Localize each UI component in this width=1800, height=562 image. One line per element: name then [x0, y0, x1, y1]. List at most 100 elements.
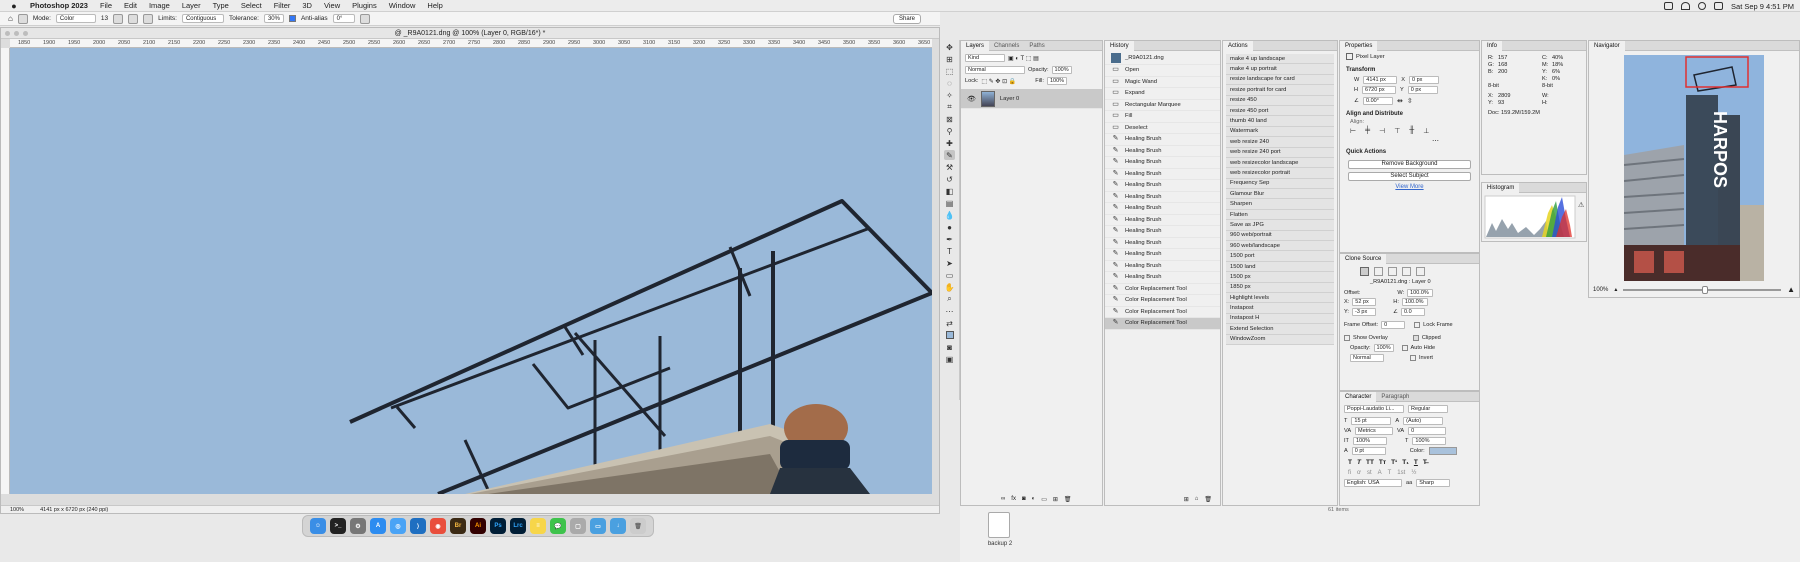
layer-thumbnail[interactable] [980, 90, 995, 107]
clone-source-5-icon[interactable] [1416, 267, 1425, 276]
horizontal-ruler[interactable]: 1850 1900 1950 2000 2050 2100 2150 2200 2250 2300… [10, 39, 932, 48]
action-item[interactable]: Save as JPG [1226, 220, 1334, 231]
action-item[interactable]: 1850 px [1226, 282, 1334, 293]
alternates-icon[interactable]: A [1378, 470, 1382, 476]
dodge-icon[interactable]: ● [944, 222, 955, 232]
sampling-once-icon[interactable] [128, 13, 139, 24]
tolerance-field[interactable]: 30% [263, 14, 284, 23]
zoom-tool-icon[interactable]: ⌕ [944, 294, 955, 304]
menu-plugins[interactable]: Plugins [346, 1, 383, 10]
action-item[interactable]: make 4 up landscape [1226, 54, 1334, 65]
history-item[interactable]: ▭ Magic Wand [1105, 77, 1220, 88]
w-scale-field[interactable]: 100.0% [1407, 289, 1434, 297]
navigator-thumbnail[interactable]: HARPOS [1624, 55, 1764, 281]
kerning-field[interactable]: Metrics [1355, 427, 1394, 435]
history-item[interactable]: ✎ Healing Brush [1105, 180, 1220, 192]
tab-paragraph[interactable]: Paragraph [1376, 394, 1414, 400]
action-item[interactable]: resize landscape for card [1226, 74, 1334, 86]
action-item[interactable]: 960 web/portrait [1226, 230, 1334, 242]
app-store-icon[interactable]: A [370, 518, 386, 534]
chrome-icon[interactable]: ◉ [430, 518, 446, 534]
clipped-checkbox[interactable] [1412, 335, 1419, 341]
history-item[interactable]: ✎ Healing Brush [1105, 203, 1220, 215]
history-item[interactable]: ✎ Healing Brush [1105, 261, 1220, 272]
ordinal-icon[interactable]: 1st [1397, 470, 1405, 476]
align-center-icon[interactable]: ╪ [1365, 127, 1370, 135]
pen-tool-icon[interactable]: ✒ [944, 234, 955, 244]
home-icon[interactable]: ⌂ [8, 14, 13, 23]
zoom-slider[interactable] [1623, 285, 1782, 294]
blur-icon[interactable]: 💧 [944, 210, 955, 220]
system-prefs-icon[interactable]: ⚙ [350, 518, 366, 534]
antialias-select[interactable]: Sharp [1416, 479, 1451, 487]
height-field[interactable]: 6720 px [1362, 85, 1397, 94]
menu-select[interactable]: Select [235, 1, 268, 10]
small-caps-button[interactable]: Tт [1379, 459, 1386, 466]
battery-icon[interactable] [1664, 2, 1674, 10]
baseline-field[interactable]: 0 pt [1351, 447, 1386, 455]
link-layers-icon[interactable]: ∞ [1001, 496, 1005, 503]
navigator-zoom-value[interactable]: 100% [1593, 287, 1608, 293]
auto-hide-checkbox[interactable] [1401, 345, 1408, 351]
tab-histogram[interactable]: Histogram [1482, 182, 1520, 193]
menu-window[interactable]: Window [383, 1, 422, 10]
zoom-out-icon[interactable]: ▴ [1614, 286, 1617, 293]
vertical-scale-field[interactable]: 100% [1352, 437, 1387, 445]
layer-row[interactable]: 👁 Layer 0 [961, 89, 1102, 109]
history-item[interactable]: ✎ Color Replacement Tool [1105, 295, 1220, 307]
tab-layers[interactable]: Layers [961, 40, 990, 51]
layer-name[interactable]: Layer 0 [1000, 96, 1019, 102]
text-color-swatch[interactable] [1428, 447, 1457, 455]
history-item[interactable]: ✎ Healing Brush [1105, 169, 1220, 180]
crop-tool-icon[interactable]: ⌗ [944, 102, 955, 112]
tool-preset-icon[interactable] [17, 13, 28, 24]
image-canvas[interactable] [10, 48, 932, 494]
vscode-icon[interactable]: ⟩ [410, 518, 426, 534]
screen-mode-icon[interactable]: ▣ [944, 354, 955, 364]
antialias-checkbox[interactable] [288, 15, 296, 22]
fill-field[interactable]: 100% [1046, 77, 1068, 85]
menu-file[interactable]: File [94, 1, 118, 10]
healing-brush-icon[interactable]: ✚ [944, 138, 955, 148]
titling-icon[interactable]: T [1388, 470, 1392, 476]
magic-wand-icon[interactable]: ✧ [944, 90, 955, 100]
horizontal-scale-field[interactable]: 100% [1412, 437, 1447, 445]
overlay-blend-select[interactable]: Normal [1350, 354, 1384, 362]
history-item[interactable]: ✎ Healing Brush [1105, 157, 1220, 169]
flip-horizontal-icon[interactable]: ⇹ [1397, 97, 1403, 105]
path-select-icon[interactable]: ➤ [944, 258, 955, 268]
clone-source-2-icon[interactable] [1374, 267, 1383, 276]
action-item[interactable]: Highlight levels [1226, 292, 1334, 304]
select-subject-button[interactable]: Select Subject [1348, 171, 1471, 181]
transform-heading[interactable]: Transform [1340, 63, 1479, 75]
eraser-icon[interactable]: ◧ [944, 186, 955, 196]
kind-filter[interactable]: Kind [965, 54, 1005, 62]
remove-background-button[interactable]: Remove Background [1348, 159, 1471, 169]
faux-italic-button[interactable]: T [1357, 459, 1361, 466]
menu-type[interactable]: Type [207, 1, 235, 10]
close-button[interactable] [5, 31, 10, 36]
invert-checkbox[interactable] [1410, 355, 1416, 361]
action-item[interactable]: web resizecolor landscape [1226, 157, 1334, 169]
limits-select[interactable]: Contiguous [181, 14, 224, 23]
vertical-ruler[interactable] [1, 48, 10, 494]
hand-tool-icon[interactable]: ✋ [944, 282, 955, 292]
align-right-icon[interactable]: ⊣ [1379, 127, 1385, 135]
messages-icon[interactable]: 💬 [550, 518, 566, 534]
align-left-icon[interactable]: ⊢ [1350, 127, 1356, 135]
menu-edit[interactable]: Edit [118, 1, 143, 10]
gradient-icon[interactable]: ▤ [944, 198, 955, 208]
offset-x-field[interactable]: 52 px [1352, 298, 1377, 306]
history-item[interactable]: ▭ Open [1105, 65, 1220, 77]
document-dimensions[interactable]: 4141 px x 6720 px (240 ppi) [40, 507, 108, 513]
tab-channels[interactable]: Channels [989, 43, 1024, 49]
frame-offset-field[interactable]: 0 [1381, 321, 1406, 329]
adjustment-icon[interactable]: ◐ [1032, 496, 1036, 503]
frame-tool-icon[interactable]: ⊠ [944, 114, 955, 124]
filter-icons[interactable]: ▣ ◐ T ⬚ ▤ [1008, 55, 1039, 62]
tab-history[interactable]: History [1105, 40, 1134, 51]
action-item[interactable]: Flatten [1226, 209, 1334, 221]
document-file-icon[interactable] [988, 512, 1010, 538]
action-item[interactable]: 1500 port [1226, 251, 1334, 262]
action-item[interactable]: thumb 40 land [1226, 116, 1334, 127]
